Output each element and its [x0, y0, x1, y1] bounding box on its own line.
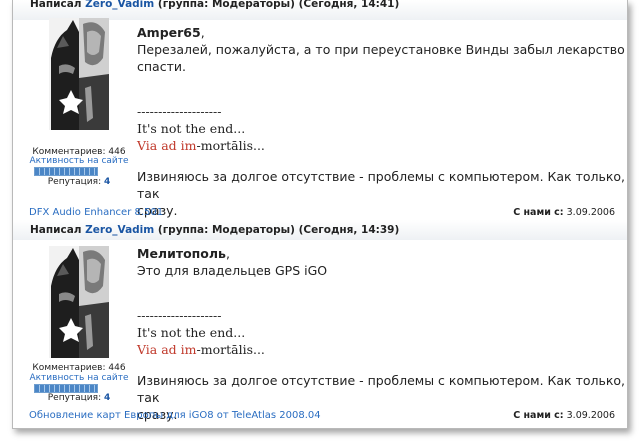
signature-rest: -mortālis... [196, 138, 265, 153]
message-line: спасти. [137, 59, 186, 74]
addressee-comma: , [225, 246, 230, 261]
reputation-label: Репутация: [47, 177, 102, 187]
joined-date: С нами с: 3.09.2006 [513, 207, 615, 218]
activity-bar [34, 384, 98, 393]
signature-via: Via [137, 342, 162, 357]
post-body: Мелитополь, Это для владельцев GPS iGO [137, 245, 327, 279]
comment-count: Комментариев: 446 [32, 363, 126, 373]
signature: -------------------- It's not the end...… [137, 103, 265, 154]
joined-date: С нами с: 3.09.2006 [513, 410, 615, 421]
signature-divider: -------------------- [137, 104, 222, 119]
signature-line: It's not the end... [137, 325, 246, 340]
user-avatar[interactable] [49, 246, 109, 358]
addressee-comma: , [200, 25, 205, 40]
signature-via: Via [137, 138, 162, 153]
joined-label: С нами с: [513, 207, 564, 218]
signature-motto: Via ad im-mortālis... [137, 341, 265, 358]
addressee-name: Мелитополь [137, 246, 226, 261]
message-line: Это для владельцев GPS iGO [137, 263, 328, 278]
signature-rest: -mortālis... [196, 342, 265, 357]
joined-value: 3.09.2006 [566, 410, 615, 421]
author-link[interactable]: Zero_Vadim [85, 0, 154, 10]
joined-label: С нами с: [513, 410, 564, 421]
reputation-label: Репутация: [47, 393, 102, 403]
signature-motto: Via ad im-mortālis... [137, 137, 265, 154]
author-link[interactable]: Zero_Vadim [85, 224, 154, 236]
reputation: Репутация: 4 [25, 177, 133, 187]
activity-bar [34, 167, 98, 176]
reputation-value[interactable]: 4 [104, 177, 110, 187]
post-body: Amper65, Перезалей, пожалуйста, а то при… [137, 24, 625, 75]
signature-line: It's not the end... [137, 121, 246, 136]
forum-posts-panel: Написал Zero_Vadim (группа: Модераторы) … [12, 0, 628, 429]
posted-by-label: Написал [30, 0, 82, 10]
message-line: Перезалей, пожалуйста, а то при переуста… [137, 42, 625, 57]
signature-divider: -------------------- [137, 308, 222, 323]
signature-note-line: Извиняюсь за долгое отсутствие - проблем… [137, 169, 626, 201]
reputation-value[interactable]: 4 [104, 393, 110, 403]
footer-link[interactable]: DFX Audio Enhancer 8.501 [29, 207, 163, 218]
post-meta: (группа: Модераторы) (Сегодня, 14:41) [157, 0, 400, 10]
footer-link[interactable]: Обновление карт Европы для iGO8 от TeleA… [29, 410, 321, 421]
activity-link[interactable]: Активность на сайте [25, 156, 133, 166]
addressee-name: Amper65 [137, 25, 201, 40]
activity-bar-fill [35, 168, 97, 175]
activity-link[interactable]: Активность на сайте [25, 373, 133, 383]
reputation: Репутация: 4 [25, 393, 133, 403]
posted-by-label: Написал [30, 224, 82, 236]
post-header: Написал Zero_Vadim (группа: Модераторы) … [13, 0, 627, 20]
signature-ad-im: ad im [161, 138, 197, 153]
signature-ad-im: ad im [161, 342, 197, 357]
activity-bar-fill [35, 385, 97, 392]
signature-note-line: Извиняюсь за долгое отсутствие - проблем… [137, 373, 626, 405]
post-header: Написал Zero_Vadim (группа: Модераторы) … [13, 220, 627, 240]
user-avatar[interactable] [49, 18, 109, 130]
joined-value: 3.09.2006 [566, 207, 615, 218]
post-meta: (группа: Модераторы) (Сегодня, 14:39) [157, 224, 400, 236]
signature: -------------------- It's not the end...… [137, 307, 265, 358]
